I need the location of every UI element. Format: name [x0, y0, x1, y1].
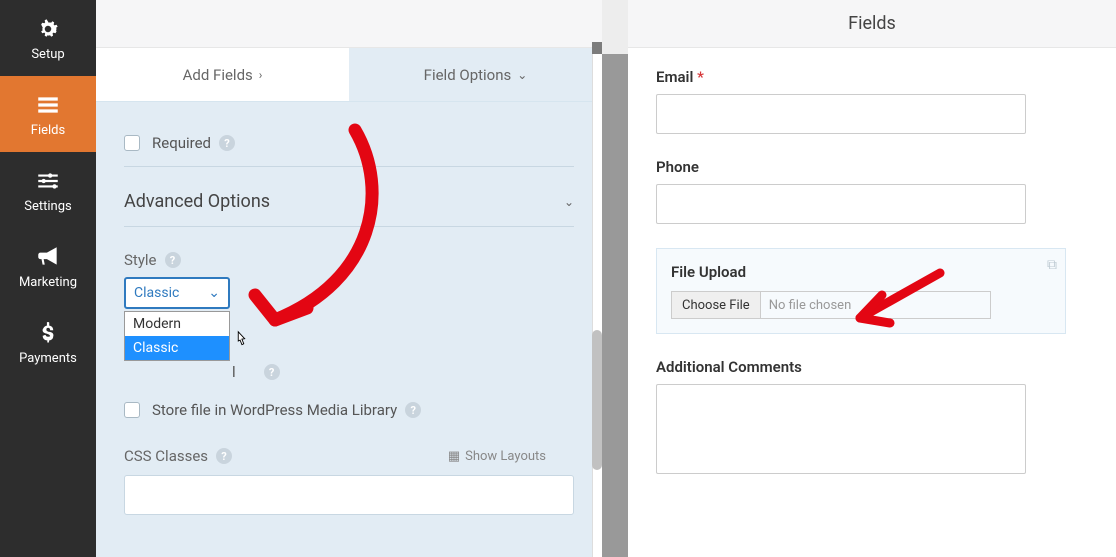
tab-add-fields[interactable]: Add Fields ›	[96, 48, 349, 101]
sidebar: Setup Fields Settings Marketing $ Paymen…	[0, 0, 96, 557]
required-checkbox[interactable]	[124, 135, 140, 151]
email-input[interactable]	[656, 94, 1026, 134]
style-label-row: Style ?	[124, 251, 574, 269]
chevron-down-icon: ⌄	[564, 195, 574, 209]
choose-file-button[interactable]: Choose File	[672, 292, 761, 318]
chevron-down-icon: ⌄	[517, 68, 527, 82]
sidebar-item-marketing[interactable]: Marketing	[0, 228, 96, 304]
style-label: Style	[124, 251, 157, 269]
tab-add-label: Add Fields	[183, 66, 253, 84]
sidebar-item-payments[interactable]: $ Payments	[0, 304, 96, 380]
dollar-icon: $	[34, 319, 62, 347]
scroll-track[interactable]	[592, 54, 602, 557]
sidebar-label: Payments	[19, 351, 77, 366]
tab-opts-label: Field Options	[424, 66, 512, 84]
left-header	[96, 0, 602, 48]
file-upload-label: File Upload	[671, 263, 1051, 281]
field-options-panel: Required ? Advanced Options ⌄ Style ? Cl…	[96, 102, 602, 557]
sidebar-item-fields[interactable]: Fields	[0, 76, 96, 152]
tabs: Add Fields › Field Options ⌄	[96, 48, 602, 102]
store-checkbox[interactable]	[124, 402, 140, 418]
sidebar-item-settings[interactable]: Settings	[0, 152, 96, 228]
help-icon[interactable]: ?	[264, 364, 280, 380]
field-phone[interactable]: Phone	[656, 158, 1088, 224]
dropdown-item-modern[interactable]: Modern	[125, 312, 229, 336]
file-input[interactable]: Choose File No file chosen	[671, 291, 991, 319]
hidden-label-row: l ?	[124, 363, 574, 381]
partial-label: l	[232, 363, 236, 381]
bullhorn-icon	[34, 243, 62, 271]
phone-input[interactable]	[656, 184, 1026, 224]
required-label: Required	[152, 134, 211, 152]
store-row: Store file in WordPress Media Library ?	[124, 381, 574, 433]
form-preview: Email * Phone ⧉ File Upload Choose File …	[628, 48, 1116, 518]
advanced-options-toggle[interactable]: Advanced Options ⌄	[124, 167, 574, 227]
show-layouts-label: Show Layouts	[465, 449, 546, 464]
file-status: No file chosen	[761, 298, 860, 313]
sidebar-item-setup[interactable]: Setup	[0, 0, 96, 76]
style-dropdown: Modern Classic	[124, 311, 230, 361]
svg-text:$: $	[42, 321, 54, 345]
duplicate-icon[interactable]: ⧉	[1047, 257, 1057, 273]
options-column: Add Fields › Field Options ⌄ Required ? Ad…	[96, 0, 602, 557]
dropdown-item-classic[interactable]: Classic	[125, 336, 229, 360]
scroll-up-icon[interactable]	[592, 42, 602, 54]
style-select[interactable]: Classic ⌄ Modern Classic	[124, 277, 230, 309]
field-additional-comments[interactable]: Additional Comments	[656, 358, 1088, 474]
scroll-thumb[interactable]	[592, 330, 602, 470]
help-icon[interactable]: ?	[165, 252, 181, 268]
cursor-pointer-icon	[230, 330, 252, 352]
css-classes-input[interactable]	[124, 475, 574, 515]
preview-column: Fields Email * Phone ⧉ File Upload Choos…	[628, 0, 1116, 557]
list-icon	[34, 91, 62, 119]
store-label: Store file in WordPress Media Library	[152, 401, 397, 419]
help-icon[interactable]: ?	[216, 448, 232, 464]
comments-label: Additional Comments	[656, 358, 1088, 376]
required-row: Required ?	[124, 120, 574, 167]
required-asterisk: *	[697, 68, 704, 86]
field-file-upload[interactable]: ⧉ File Upload Choose File No file chosen	[656, 248, 1066, 334]
phone-label: Phone	[656, 158, 1088, 176]
title-text: Fields	[848, 13, 896, 34]
advanced-label: Advanced Options	[124, 191, 270, 212]
sliders-icon	[34, 167, 62, 195]
email-label: Email *	[656, 68, 1088, 86]
help-icon[interactable]: ?	[219, 135, 235, 151]
css-row: CSS Classes ? ▦ Show Layouts	[124, 447, 574, 465]
grid-icon: ▦	[448, 449, 460, 464]
sidebar-label: Fields	[31, 123, 65, 138]
comments-textarea[interactable]	[656, 384, 1026, 474]
tab-field-options[interactable]: Field Options ⌄	[349, 48, 602, 101]
sidebar-label: Marketing	[19, 275, 77, 290]
gear-icon	[34, 15, 62, 43]
style-value: Classic	[134, 285, 179, 301]
css-label: CSS Classes	[124, 447, 208, 465]
page-title: Fields	[628, 0, 1116, 48]
chevron-right-icon: ›	[259, 68, 263, 82]
preview-divider	[602, 0, 628, 557]
field-email[interactable]: Email *	[656, 68, 1088, 134]
sidebar-label: Setup	[31, 47, 64, 62]
sidebar-label: Settings	[24, 199, 71, 214]
help-icon[interactable]: ?	[405, 402, 421, 418]
show-layouts-button[interactable]: ▦ Show Layouts	[448, 449, 546, 464]
chevron-down-icon: ⌄	[208, 285, 220, 301]
